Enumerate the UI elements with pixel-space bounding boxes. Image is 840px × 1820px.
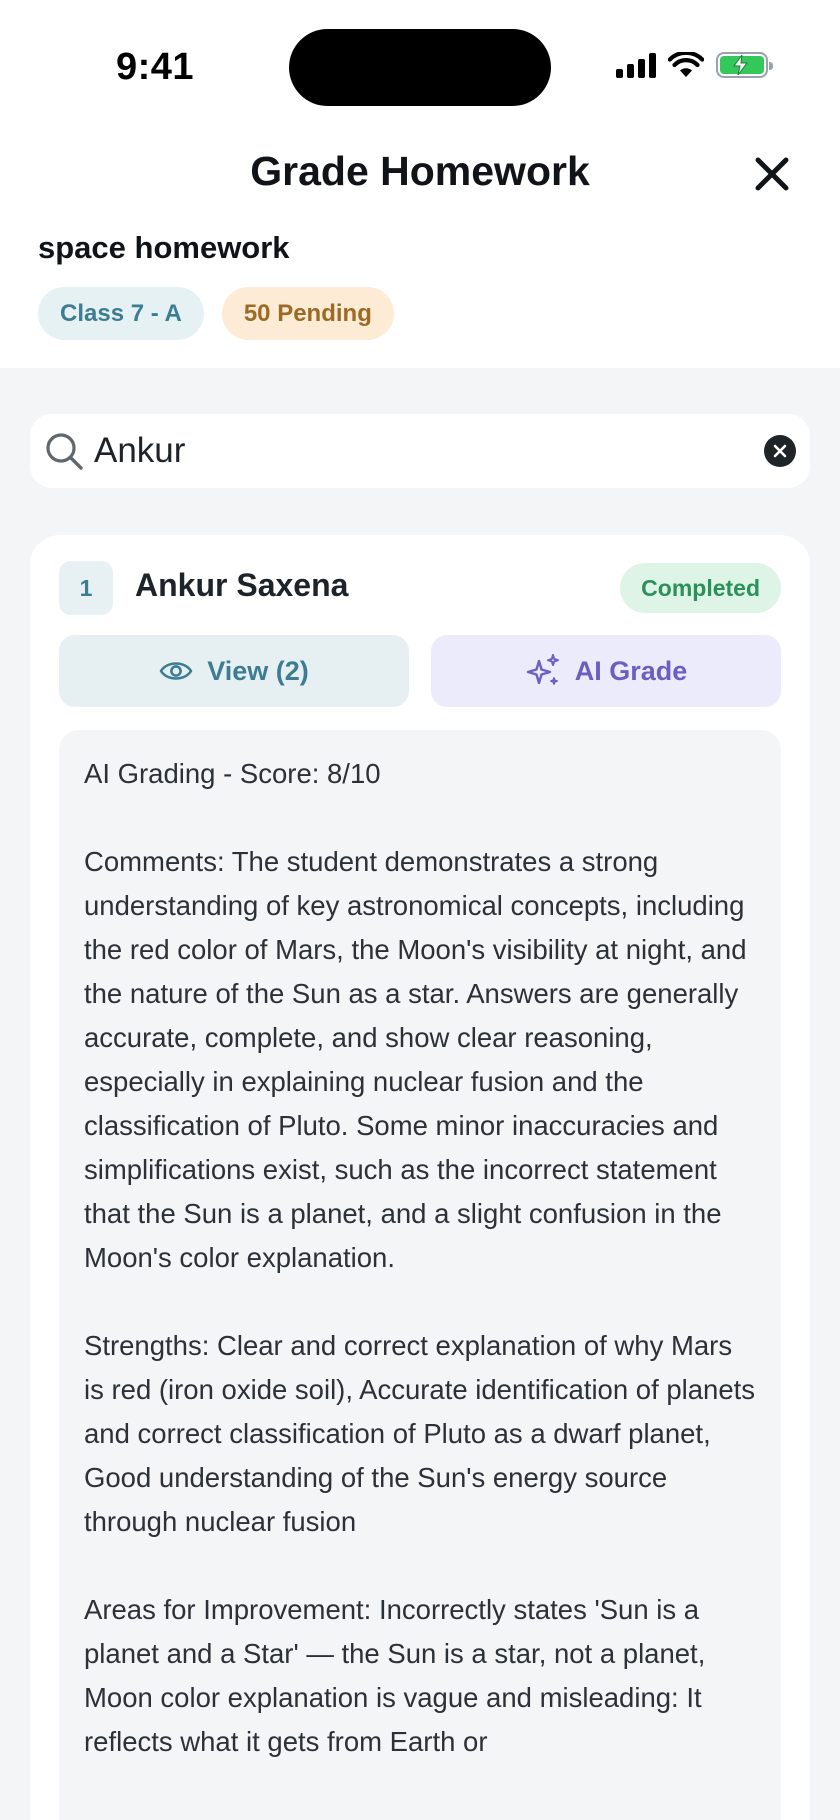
dynamic-island [289, 29, 551, 106]
view-button-label: View (2) [207, 655, 309, 686]
class-chip: Class 7 - A [38, 287, 204, 340]
student-row-number: 1 [59, 561, 113, 615]
view-submission-button[interactable]: View (2) [59, 635, 409, 707]
search-icon [44, 430, 86, 472]
feedback-strengths: Strengths: Clear and correct explanation… [84, 1330, 756, 1537]
student-name: Ankur Saxena [135, 567, 349, 603]
grade-homework-screen: 9:41 Grade Homework space homework Class… [0, 0, 840, 1820]
homework-chips: Class 7 - A 50 Pending [38, 287, 394, 340]
status-icons [616, 52, 773, 78]
cellular-signal-icon [616, 52, 656, 78]
feedback-comments: Comments: The student demonstrates a str… [84, 846, 747, 1273]
eye-icon [159, 662, 193, 680]
wifi-icon [668, 52, 704, 77]
feedback-improvements: Areas for Improvement: Incorrectly state… [84, 1594, 706, 1757]
status-badge: Completed [620, 563, 781, 613]
homework-title: space homework [38, 230, 290, 265]
search-bar[interactable] [30, 414, 810, 488]
search-input[interactable] [94, 431, 764, 471]
header-area: 9:41 Grade Homework space homework Class… [0, 0, 840, 368]
close-button[interactable] [748, 150, 796, 198]
pending-chip: 50 Pending [221, 287, 394, 340]
clear-search-button[interactable] [764, 435, 796, 467]
close-icon [755, 157, 789, 191]
page-title: Grade Homework [250, 148, 590, 194]
ai-grade-button[interactable]: AI Grade [431, 635, 781, 707]
sparkles-icon [526, 654, 559, 685]
clear-icon [773, 444, 787, 458]
student-card: 1 Ankur Saxena Completed View (2) AI Gra… [30, 535, 810, 1820]
ai-grade-button-label: AI Grade [574, 655, 688, 686]
battery-charging-icon [716, 52, 773, 78]
feedback-score: AI Grading - Score: 8/10 [84, 758, 381, 789]
ai-feedback-panel: AI Grading - Score: 8/10 Comments: The s… [59, 730, 781, 1820]
status-bar: 9:41 [0, 0, 840, 120]
status-time: 9:41 [116, 46, 195, 88]
